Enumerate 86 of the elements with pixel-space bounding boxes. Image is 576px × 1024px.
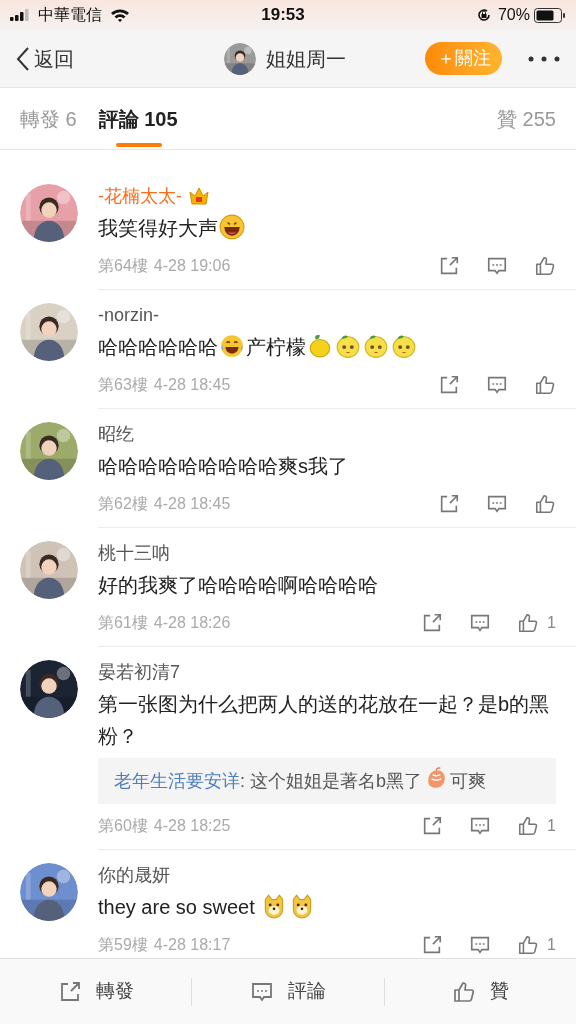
comment-button[interactable] (469, 612, 492, 634)
repost-button[interactable] (421, 815, 444, 837)
thumbs-up-icon (517, 815, 540, 837)
floor-number: 第59樓 (98, 935, 148, 955)
comment-button[interactable] (486, 493, 508, 515)
repost-button[interactable] (438, 374, 460, 396)
comment-text: 哈哈哈哈哈哈 (98, 336, 218, 358)
tab[interactable]: 評論 105 (98, 87, 178, 150)
comment-text: 哈哈哈哈哈哈哈哈哈爽s我了 (98, 455, 348, 477)
like-button[interactable]: 1 (517, 611, 556, 635)
thumbs-up-icon (451, 979, 476, 1004)
repost-icon (438, 255, 460, 277)
back-button[interactable]: 返回 (16, 43, 74, 74)
repost-button[interactable] (438, 493, 460, 515)
repost-icon (421, 934, 444, 956)
lemon-face-icon (391, 333, 417, 359)
repost-icon (438, 493, 460, 515)
comment-icon (486, 255, 508, 277)
repost-button[interactable] (421, 612, 444, 634)
repost-icon (438, 374, 460, 396)
rotation-lock-icon (475, 7, 492, 23)
comment-button[interactable]: 評論 (192, 977, 384, 1006)
like-button[interactable]: 1 (517, 933, 556, 957)
wifi-icon (110, 8, 130, 22)
lemon-face-icon (335, 333, 361, 359)
timestamp: 4-28 18:25 (153, 816, 231, 836)
like-button[interactable] (534, 374, 556, 396)
comment-text: 产柠檬 (246, 336, 306, 358)
back-chevron-icon (16, 46, 30, 71)
timestamp: 4-28 18:26 (153, 613, 231, 633)
timestamp: 4-28 18:17 (153, 935, 231, 955)
battery-percentage: 70% (497, 5, 530, 25)
profile-name: 姐姐周一 (266, 47, 346, 72)
more-icon[interactable] (528, 55, 560, 62)
floor-number: 第60樓 (98, 816, 148, 836)
username[interactable]: 晏若初清7 (98, 658, 180, 686)
like-button[interactable] (534, 255, 556, 277)
comment-button[interactable] (486, 255, 508, 277)
floor-number: 第61樓 (98, 613, 148, 633)
like-button[interactable] (534, 493, 556, 515)
comment-text: 第一张图为什么把两人的送的花放在一起？是b的黑粉？ (98, 693, 550, 747)
comment-icon (469, 612, 492, 634)
username[interactable]: -norzin- (98, 301, 159, 329)
comment-button[interactable] (486, 374, 508, 396)
repost-button[interactable]: 轉發 (0, 977, 192, 1006)
repost-icon (421, 815, 444, 837)
username[interactable]: 桃十三呐 (98, 539, 170, 567)
like-button[interactable]: 贊 (384, 977, 576, 1006)
username[interactable]: 昭纥 (98, 420, 134, 448)
repost-icon (421, 612, 444, 634)
clock: 19:53 (260, 4, 306, 27)
repost-button[interactable] (421, 934, 444, 956)
laughing-tears-emoji-icon (219, 333, 245, 359)
thumbs-up-icon (517, 612, 540, 634)
comment-text: 我笑得好大声 (98, 217, 218, 239)
floor-number: 第64樓 (98, 256, 148, 276)
comment-icon (486, 374, 508, 396)
floor-number: 第63樓 (98, 375, 148, 395)
timestamp: 4-28 18:45 (153, 494, 231, 514)
thumbs-up-icon (534, 374, 556, 396)
floor-number: 第62樓 (98, 494, 148, 514)
crown-icon (188, 186, 210, 206)
signal-icon (10, 9, 32, 21)
comment-text: 好的我爽了哈哈哈哈啊哈哈哈哈 (98, 574, 378, 596)
timestamp: 4-28 18:45 (153, 375, 231, 395)
comment-icon (469, 815, 492, 837)
repost-button[interactable] (438, 255, 460, 277)
thumbs-up-icon (517, 934, 540, 956)
comment-button[interactable] (469, 934, 492, 956)
grinning-emoji-icon (219, 214, 245, 240)
thumbs-up-icon (534, 255, 556, 277)
timestamp: 4-28 19:06 (153, 256, 231, 276)
comment-icon (469, 934, 492, 956)
comment-text: they are so sweet (98, 896, 256, 918)
comment-button[interactable] (469, 815, 492, 837)
comment-text: : 这个姐姐是著名b黑了 (240, 771, 422, 791)
lemon-face-icon (363, 333, 389, 359)
comment-icon (486, 493, 508, 515)
username[interactable]: 你的晟妍 (98, 861, 170, 889)
thumbs-up-icon (534, 493, 556, 515)
reply-username[interactable]: 老年生活要安详 (114, 771, 240, 791)
carrier-name: 中華電信 (38, 5, 102, 25)
like-button[interactable]: 1 (517, 814, 556, 838)
battery-icon (534, 7, 566, 23)
lemon-icon (307, 333, 333, 359)
comment-text: 可爽 (450, 771, 486, 791)
